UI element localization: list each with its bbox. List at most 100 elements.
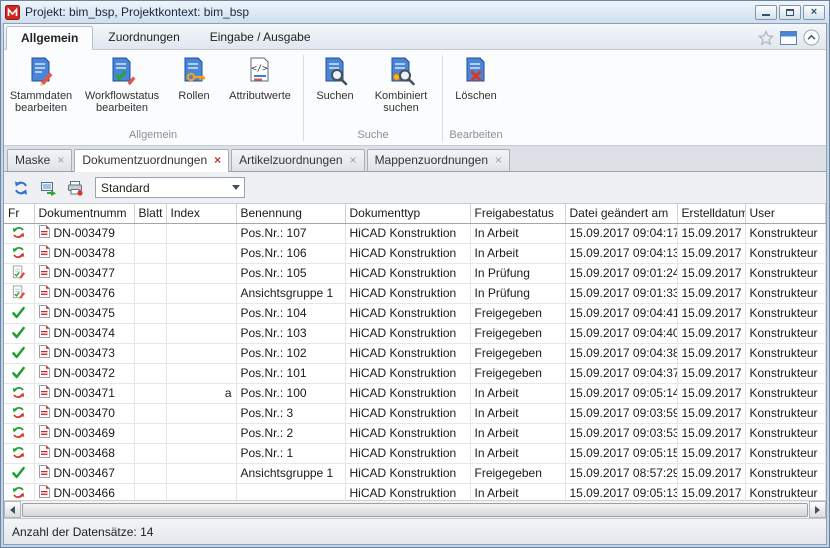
group-caption-suche: Suche bbox=[307, 128, 439, 145]
rollen-button[interactable]: Rollen bbox=[168, 54, 220, 104]
horizontal-scrollbar[interactable] bbox=[4, 500, 826, 518]
cell-datei-geaendert-am: 15.09.2017 09:04:13 bbox=[565, 243, 677, 263]
loeschen-button[interactable]: Löschen bbox=[446, 54, 506, 104]
print-icon[interactable] bbox=[64, 177, 86, 199]
table-row[interactable]: DN-003476Ansichtsgruppe 1HiCAD Konstrukt… bbox=[4, 283, 826, 303]
workflow-status-icon bbox=[11, 269, 26, 283]
workflow-status-icon bbox=[11, 329, 26, 343]
cell-dokumentnummer: DN-003469 bbox=[34, 423, 134, 443]
transfer-icon[interactable] bbox=[37, 177, 59, 199]
attributwerte-button[interactable]: </> Attributwerte bbox=[220, 54, 300, 104]
column-header-4[interactable]: Benennung bbox=[236, 204, 345, 223]
document-icon bbox=[39, 265, 50, 281]
minimize-button[interactable] bbox=[755, 5, 777, 20]
maximize-button[interactable] bbox=[779, 5, 801, 20]
cell-workflow-status bbox=[4, 343, 34, 363]
table-row[interactable]: DN-003478Pos.Nr.: 106HiCAD KonstruktionI… bbox=[4, 243, 826, 263]
document-icon bbox=[39, 225, 50, 241]
ribbon-tab-zuordnungen[interactable]: Zuordnungen bbox=[93, 25, 194, 49]
workflow-status-icon bbox=[11, 249, 26, 263]
status-bar: Anzahl der Datensätze: 14 bbox=[4, 518, 826, 544]
cell-user: Konstrukteur bbox=[745, 463, 826, 483]
cell-workflow-status bbox=[4, 223, 34, 243]
close-tab-icon[interactable]: × bbox=[57, 154, 64, 166]
tab-dokumentzuordnungen[interactable]: Dokumentzuordnungen × bbox=[74, 149, 229, 172]
close-tab-icon[interactable]: × bbox=[350, 154, 357, 166]
column-header-2[interactable]: Blatt bbox=[134, 204, 166, 223]
table-row[interactable]: DN-003473Pos.Nr.: 102HiCAD KonstruktionF… bbox=[4, 343, 826, 363]
cell-datei-geaendert-am: 15.09.2017 09:01:24 bbox=[565, 263, 677, 283]
table-row[interactable]: DN-003477Pos.Nr.: 105HiCAD KonstruktionI… bbox=[4, 263, 826, 283]
workflowstatus-bearbeiten-button[interactable]: Workflowstatus bearbeiten bbox=[76, 54, 168, 116]
refresh-icon[interactable] bbox=[10, 177, 32, 199]
minimize-icon bbox=[762, 14, 770, 16]
tab-maske[interactable]: Maske × bbox=[7, 149, 72, 171]
cell-index bbox=[166, 423, 236, 443]
suchen-button[interactable]: Suchen bbox=[307, 54, 363, 104]
result-list-preset-select[interactable]: Standard bbox=[95, 177, 245, 198]
column-header-5[interactable]: Dokumenttyp bbox=[345, 204, 470, 223]
cell-index bbox=[166, 283, 236, 303]
cell-datei-geaendert-am: 15.09.2017 09:04:40 bbox=[565, 323, 677, 343]
document-icon bbox=[39, 365, 50, 381]
column-header-8[interactable]: Erstelldatum bbox=[677, 204, 745, 223]
combined-search-icon bbox=[386, 56, 416, 86]
column-header-9[interactable]: User bbox=[745, 204, 826, 223]
cell-erstelldatum: 15.09.2017 bbox=[677, 403, 745, 423]
cell-freigabestatus: In Arbeit bbox=[470, 223, 565, 243]
cell-freigabestatus: In Arbeit bbox=[470, 423, 565, 443]
table-row[interactable]: DN-003471aPos.Nr.: 100HiCAD Konstruktion… bbox=[4, 383, 826, 403]
stammdaten-bearbeiten-button[interactable]: Stammdaten bearbeiten bbox=[6, 54, 76, 116]
table-row[interactable]: DN-003479Pos.Nr.: 107HiCAD KonstruktionI… bbox=[4, 223, 826, 243]
table-row[interactable]: DN-003469Pos.Nr.: 2HiCAD KonstruktionIn … bbox=[4, 423, 826, 443]
ribbon-group-suche: Suchen Kombiniert suchen Suche bbox=[307, 52, 439, 145]
column-header-3[interactable]: Index bbox=[166, 204, 236, 223]
tab-artikelzuordnungen[interactable]: Artikelzuordnungen × bbox=[231, 149, 364, 171]
tab-mappenzuordnungen[interactable]: Mappenzuordnungen × bbox=[367, 149, 510, 171]
tab-label: Dokumentzuordnungen bbox=[82, 153, 207, 167]
title-bar[interactable]: Projekt: bim_bsp, Projektkontext: bim_bs… bbox=[1, 1, 829, 23]
cell-index bbox=[166, 323, 236, 343]
cell-datei-geaendert-am: 15.09.2017 09:01:33 bbox=[565, 283, 677, 303]
cell-dokumentnummer: DN-003479 bbox=[34, 223, 134, 243]
table-row[interactable]: DN-003474Pos.Nr.: 103HiCAD KonstruktionF… bbox=[4, 323, 826, 343]
workflow-status-icon bbox=[11, 229, 26, 243]
table-row[interactable]: DN-003470Pos.Nr.: 3HiCAD KonstruktionIn … bbox=[4, 403, 826, 423]
cell-dokumentnummer: DN-003470 bbox=[34, 403, 134, 423]
result-table: FrDokumentnummBlattIndexBenennungDokumen… bbox=[4, 204, 826, 500]
attribute-values-icon: </> bbox=[245, 56, 275, 86]
collapse-ribbon-icon[interactable] bbox=[803, 29, 820, 46]
layout-icon[interactable] bbox=[780, 31, 797, 45]
ribbon-group-separator bbox=[442, 55, 443, 141]
tab-label: Mappenzuordnungen bbox=[375, 153, 488, 167]
ribbon-tab-strip: Allgemein Zuordnungen Eingabe / Ausgabe bbox=[4, 24, 826, 50]
close-button[interactable]: × bbox=[803, 5, 825, 20]
cell-user: Konstrukteur bbox=[745, 483, 826, 500]
close-tab-icon[interactable]: × bbox=[214, 154, 221, 166]
cell-blatt bbox=[134, 383, 166, 403]
workflow-status-icon bbox=[11, 349, 26, 363]
favorite-star-icon[interactable] bbox=[758, 30, 774, 46]
kombiniert-suchen-button[interactable]: Kombiniert suchen bbox=[363, 54, 439, 116]
workflow-status-icon bbox=[11, 429, 26, 443]
table-row[interactable]: DN-003472Pos.Nr.: 101HiCAD KonstruktionF… bbox=[4, 363, 826, 383]
column-header-1[interactable]: Dokumentnumm bbox=[34, 204, 134, 223]
cell-user: Konstrukteur bbox=[745, 243, 826, 263]
column-header-6[interactable]: Freigabestatus bbox=[470, 204, 565, 223]
cell-datei-geaendert-am: 15.09.2017 09:04:38 bbox=[565, 343, 677, 363]
ribbon-tab-allgemein[interactable]: Allgemein bbox=[6, 26, 93, 50]
document-tab-strip: Maske × Dokumentzuordnungen × Artikelzuo… bbox=[4, 146, 826, 172]
cell-erstelldatum: 15.09.2017 bbox=[677, 263, 745, 283]
scroll-left-button[interactable] bbox=[4, 501, 21, 518]
scrollbar-thumb[interactable] bbox=[22, 503, 808, 517]
table-row[interactable]: DN-003466HiCAD KonstruktionIn Arbeit15.0… bbox=[4, 483, 826, 500]
ribbon-tab-eingabe-ausgabe[interactable]: Eingabe / Ausgabe bbox=[195, 25, 326, 49]
column-header-7[interactable]: Datei geändert am bbox=[565, 204, 677, 223]
scroll-right-button[interactable] bbox=[809, 501, 826, 518]
result-toolbar: Standard bbox=[4, 172, 826, 204]
close-tab-icon[interactable]: × bbox=[495, 154, 502, 166]
table-row[interactable]: DN-003475Pos.Nr.: 104HiCAD KonstruktionF… bbox=[4, 303, 826, 323]
table-row[interactable]: DN-003468Pos.Nr.: 1HiCAD KonstruktionIn … bbox=[4, 443, 826, 463]
column-header-0[interactable]: Fr bbox=[4, 204, 34, 223]
table-row[interactable]: DN-003467Ansichtsgruppe 1HiCAD Konstrukt… bbox=[4, 463, 826, 483]
